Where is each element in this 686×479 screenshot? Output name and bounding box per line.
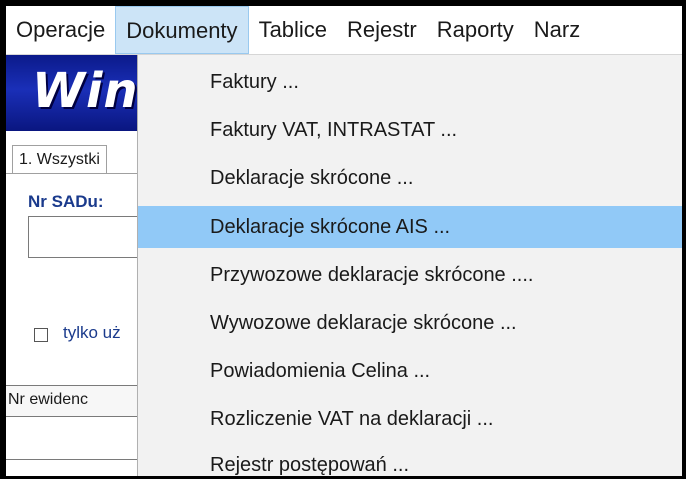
menu-item-faktury-vat-intrastat[interactable]: Faktury VAT, INTRASTAT ... [138,109,682,151]
menu-item-deklaracje-skrocone-ais[interactable]: Deklaracje skrócone AIS ... [138,206,682,248]
window-border-top [0,0,686,6]
menu-item-przywozowe-deklaracje[interactable]: Przywozowe deklaracje skrócone .... [138,254,682,296]
menu-rejestr[interactable]: Rejestr [337,6,427,54]
window-border-left [0,0,6,479]
app-banner: Win [6,55,140,131]
menu-raporty[interactable]: Raporty [427,6,524,54]
menu-item-faktury[interactable]: Faktury ... [138,61,682,103]
menu-narzedzia[interactable]: Narz [524,6,590,54]
menu-dokumenty[interactable]: Dokumenty [115,6,249,54]
application-window: Operacje Dokumenty Tablice Rejestr Rapor… [0,0,686,479]
window-border-right [682,0,686,479]
sad-number-input[interactable] [28,216,140,258]
menu-item-rejestr-postepowan[interactable]: Rejestr postępowań ... [138,444,682,479]
column-nr-ewidencyjny[interactable]: Nr ewidenc [8,391,88,409]
sad-number-label: Nr SADu: [28,192,104,211]
main-panel: Win 1. Wszystki Nr SADu: tylko uż Nr ewi… [6,55,140,479]
menu-bar: Operacje Dokumenty Tablice Rejestr Rapor… [6,6,682,55]
tab-wszystkie[interactable]: 1. Wszystki [12,145,107,174]
menu-operacje[interactable]: Operacje [6,6,115,54]
menu-item-wywozowe-deklaracje[interactable]: Wywozowe deklaracje skrócone ... [138,302,682,344]
menu-item-deklaracje-skrocone[interactable]: Deklaracje skrócone ... [138,157,682,199]
tab-divider [6,173,140,174]
grid-header: Nr ewidenc [6,385,140,417]
menu-item-rozliczenie-vat[interactable]: Rozliczenie VAT na deklaracji ... [138,398,682,440]
tylko-checkbox[interactable] [34,328,48,342]
dokumenty-dropdown-menu: Faktury ... Faktury VAT, INTRASTAT ... D… [137,55,682,479]
grid-row-divider [6,459,140,460]
menu-item-powiadomienia-celina[interactable]: Powiadomienia Celina ... [138,350,682,392]
tylko-checkbox-label: tylko uż [63,323,121,342]
app-logo: Win [32,63,139,119]
menu-tablice[interactable]: Tablice [249,6,337,54]
